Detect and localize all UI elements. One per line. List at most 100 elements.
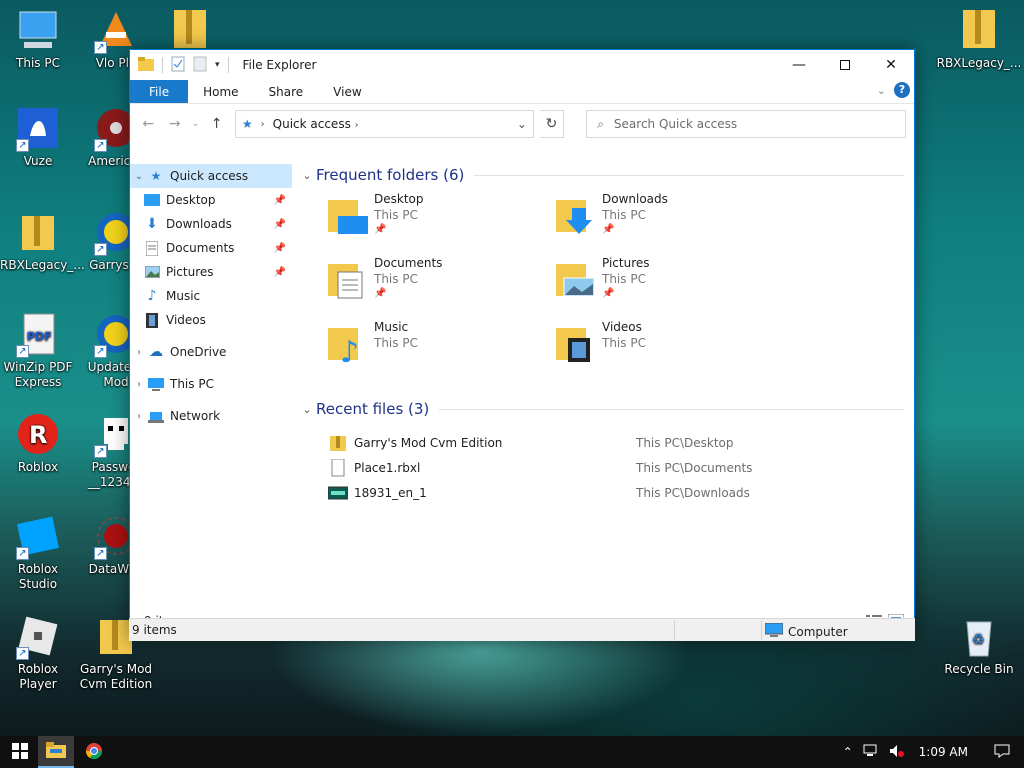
pin-icon: 📌 bbox=[374, 288, 387, 299]
nav-label: Documents bbox=[166, 241, 235, 255]
windows-logo-icon bbox=[12, 742, 28, 762]
nav-item-desktop[interactable]: Desktop 📌 bbox=[130, 188, 292, 212]
taskbar-chrome[interactable] bbox=[74, 736, 114, 768]
folder-tile-videos[interactable]: Videos This PC bbox=[526, 316, 746, 372]
nav-label: Videos bbox=[166, 313, 206, 327]
desktop-icon-winzip-pdf[interactable]: PDF ↗ WinZip PDF Express bbox=[0, 312, 76, 390]
explorer-body: ⌄ ★ Quick access Desktop 📌 ⬇ Downloads 📌… bbox=[130, 158, 914, 606]
desktop-icon-rbxlegacy-right[interactable]: RBXLegacy_... bbox=[934, 8, 1024, 71]
music-note-icon: ♪ bbox=[147, 288, 157, 304]
recent-file-name: Place1.rbxl bbox=[354, 460, 421, 475]
recent-file-name: Garry's Mod Cvm Edition bbox=[354, 435, 503, 450]
tab-file[interactable]: File bbox=[130, 80, 189, 103]
search-input[interactable]: ⌕ Search Quick access bbox=[586, 110, 906, 138]
music-folder-icon: ♪ bbox=[328, 324, 368, 370]
address-bar[interactable]: ★ › Quick access › ⌄ bbox=[234, 110, 534, 138]
nav-onedrive[interactable]: › ☁ OneDrive bbox=[130, 340, 292, 364]
forward-button[interactable]: → bbox=[165, 116, 186, 132]
recent-file-path: This PC\Documents bbox=[636, 460, 753, 475]
network-status-icon[interactable] bbox=[863, 744, 879, 761]
nav-item-videos[interactable]: Videos bbox=[130, 308, 292, 332]
pin-icon[interactable]: 📌 bbox=[274, 195, 286, 206]
folder-tile-music[interactable]: ♪ Music This PC bbox=[298, 316, 518, 372]
minimize-button[interactable]: — bbox=[776, 50, 822, 80]
nav-quick-access[interactable]: ⌄ ★ Quick access bbox=[130, 164, 292, 188]
nav-label: Network bbox=[170, 409, 221, 423]
desktop-icon-this-pc[interactable]: This PC bbox=[0, 8, 76, 71]
quick-access-dropdown-icon[interactable]: ▾ bbox=[215, 60, 220, 70]
chevron-right-icon[interactable]: › bbox=[130, 379, 148, 390]
back-button[interactable]: ← bbox=[138, 116, 159, 132]
desktop-icon-label: WinZip PDF Express bbox=[3, 360, 73, 389]
recent-file-row[interactable]: Place1.rbxl This PC\Documents bbox=[298, 455, 914, 480]
taskbar-file-explorer[interactable] bbox=[38, 736, 74, 768]
recent-files-header[interactable]: ⌄ Recent files (3) bbox=[298, 396, 914, 422]
shortcut-arrow-icon: ↗ bbox=[94, 547, 107, 560]
nav-item-pictures[interactable]: Pictures 📌 bbox=[130, 260, 292, 284]
address-row: ← → ⌄ ↑ ★ › Quick access › ⌄ ↻ ⌕ Search … bbox=[130, 104, 914, 144]
address-dropdown-icon[interactable]: ⌄ bbox=[517, 117, 527, 131]
nav-label: OneDrive bbox=[170, 345, 227, 359]
nav-item-downloads[interactable]: ⬇ Downloads 📌 bbox=[130, 212, 292, 236]
frequent-folders-header[interactable]: ⌄ Frequent folders (6) bbox=[298, 162, 914, 188]
desktop-icon-roblox-player[interactable]: ↗ Roblox Player bbox=[0, 614, 76, 692]
start-button[interactable] bbox=[0, 736, 40, 768]
film-icon bbox=[144, 312, 160, 328]
downloads-folder-icon bbox=[556, 196, 596, 236]
desktop-icon-label: RBXLegacy_... bbox=[936, 56, 1022, 70]
tab-share[interactable]: Share bbox=[254, 80, 319, 103]
nav-item-documents[interactable]: Documents 📌 bbox=[130, 236, 292, 260]
chevron-up-icon[interactable]: ⌃ bbox=[843, 745, 853, 759]
up-button[interactable]: ↑ bbox=[206, 116, 227, 132]
folder-location: This PC bbox=[602, 208, 646, 222]
folder-tile-documents[interactable]: Documents This PC 📌 bbox=[298, 252, 518, 308]
desktop-icon-label: Recycle Bin bbox=[944, 662, 1014, 676]
properties-icon[interactable] bbox=[171, 56, 185, 75]
chevron-down-icon[interactable]: ⌄ bbox=[130, 171, 148, 182]
recent-locations-button[interactable]: ⌄ bbox=[191, 119, 200, 129]
maximize-button[interactable] bbox=[822, 50, 868, 80]
tab-view[interactable]: View bbox=[318, 80, 376, 103]
new-folder-icon[interactable] bbox=[193, 56, 207, 75]
refresh-button[interactable]: ↻ bbox=[539, 110, 565, 138]
image-file-icon bbox=[327, 484, 349, 502]
title-bar[interactable]: ▾ File Explorer — ✕ bbox=[130, 50, 914, 80]
notifications-icon[interactable] bbox=[994, 744, 1010, 761]
desktop-icon-label: Roblox Player bbox=[17, 662, 59, 691]
tab-home[interactable]: Home bbox=[188, 80, 253, 103]
close-button[interactable]: ✕ bbox=[868, 50, 914, 80]
desktop-icon-rbxlegacy[interactable]: RBXLegacy_... bbox=[0, 210, 85, 273]
recent-file-row[interactable]: 18931_en_1 This PC\Downloads bbox=[298, 480, 914, 505]
breadcrumb-chevron-icon[interactable]: › bbox=[261, 119, 265, 130]
chevron-right-icon[interactable]: › bbox=[130, 411, 148, 422]
nav-this-pc[interactable]: › This PC bbox=[130, 372, 292, 396]
recent-file-row[interactable]: Garry's Mod Cvm Edition This PC\Desktop bbox=[298, 430, 914, 455]
desktop-icon-roblox[interactable]: R Roblox bbox=[0, 412, 76, 475]
breadcrumb-quick-access[interactable]: Quick access bbox=[273, 117, 351, 131]
nav-network[interactable]: › Network bbox=[130, 404, 292, 428]
roblox-player-icon: ↗ bbox=[16, 614, 60, 660]
expand-ribbon-icon[interactable]: ⌄ bbox=[877, 84, 886, 97]
clock[interactable]: 1:09 AM bbox=[919, 745, 968, 759]
desktop-icon-recycle-bin[interactable]: ♻ Recycle Bin bbox=[934, 614, 1024, 677]
shortcut-arrow-icon: ↗ bbox=[16, 139, 29, 152]
nav-item-music[interactable]: ♪ Music bbox=[130, 284, 292, 308]
desktop-icon-vuze[interactable]: ↗ Vuze bbox=[0, 106, 76, 169]
nav-label: Quick access bbox=[170, 169, 249, 183]
help-icon[interactable]: ? bbox=[894, 82, 910, 98]
pin-icon[interactable]: 📌 bbox=[274, 219, 286, 230]
folder-tile-downloads[interactable]: Downloads This PC 📌 bbox=[526, 188, 746, 244]
frog-icon: ↗ bbox=[16, 106, 60, 152]
chevron-right-icon[interactable]: › bbox=[130, 347, 148, 358]
group-divider bbox=[439, 408, 904, 410]
folder-tile-desktop[interactable]: Desktop This PC 📌 bbox=[298, 188, 518, 244]
pin-icon[interactable]: 📌 bbox=[274, 267, 286, 278]
desktop-icon-roblox-studio[interactable]: ↗ Roblox Studio bbox=[0, 514, 76, 592]
volume-muted-icon[interactable] bbox=[889, 744, 905, 761]
zip-folder-icon bbox=[168, 8, 212, 52]
folder-name: Desktop bbox=[374, 192, 424, 206]
folder-tile-pictures[interactable]: Pictures This PC 📌 bbox=[526, 252, 746, 308]
desktop-icon-label: Roblox Studio bbox=[17, 562, 59, 591]
pin-icon[interactable]: 📌 bbox=[274, 243, 286, 254]
desktop-icon bbox=[144, 192, 160, 208]
